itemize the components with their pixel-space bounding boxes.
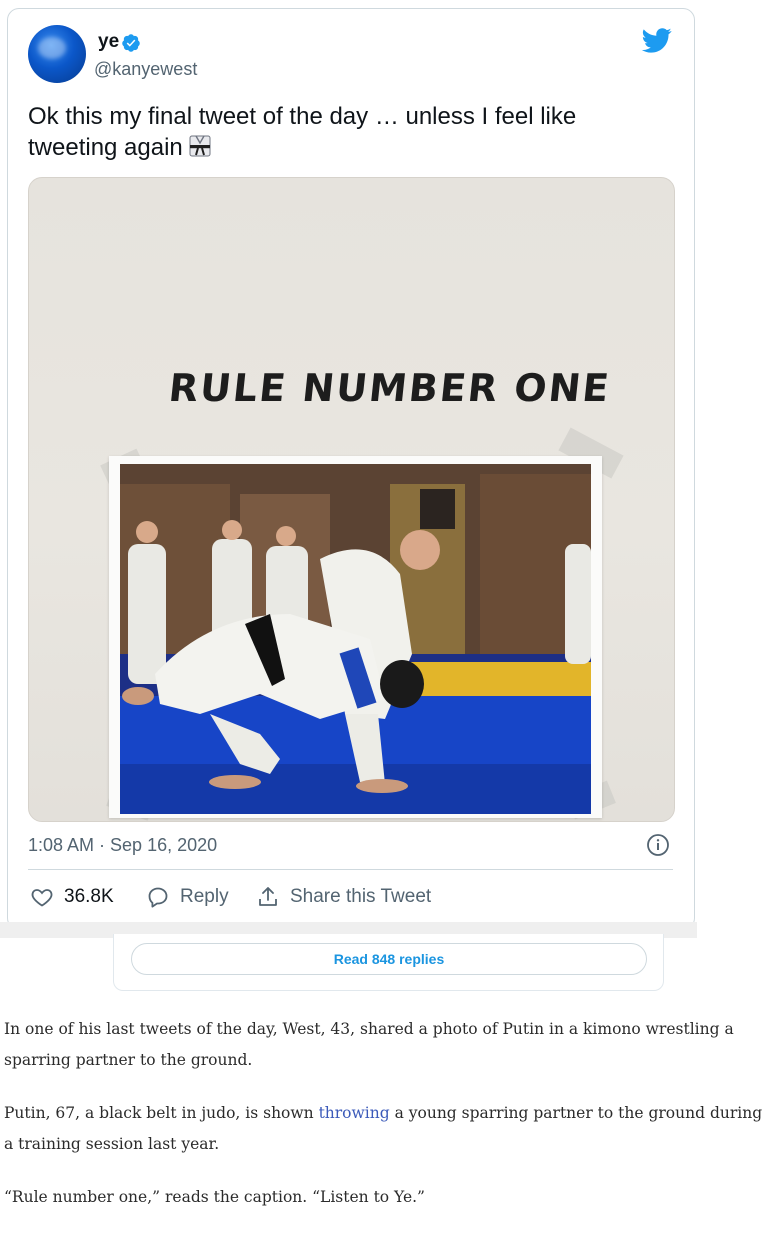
share-tweet-button[interactable]: Share this Tweet: [256, 883, 431, 911]
article-body: In one of his last tweets of the day, We…: [4, 1014, 764, 1235]
reply-button[interactable]: Reply: [146, 883, 229, 911]
throwing-link[interactable]: throwing: [319, 1104, 390, 1122]
reply-label: Reply: [180, 886, 229, 907]
twitter-bird-icon[interactable]: [640, 25, 674, 55]
like-button[interactable]: 36.8K: [30, 883, 114, 911]
user-handle[interactable]: @kanyewest: [94, 59, 197, 80]
handwritten-caption: RULE NUMBER ONE: [166, 366, 613, 410]
photo-print: [109, 456, 602, 818]
share-label: Share this Tweet: [290, 886, 432, 907]
tweet-card: ye @kanyewest Ok this my final tweet of …: [7, 8, 695, 930]
read-replies-button[interactable]: Read 848 replies: [131, 943, 647, 975]
read-replies-container: Read 848 replies: [113, 934, 664, 991]
info-icon[interactable]: [646, 833, 670, 857]
article-paragraph: In one of his last tweets of the day, We…: [4, 1020, 734, 1069]
like-count: 36.8K: [64, 886, 114, 907]
tweet-timestamp[interactable]: 1:08 AM · Sep 16, 2020: [28, 835, 217, 856]
divider: [28, 869, 673, 870]
reply-bubble-icon: [148, 887, 168, 908]
tweet-text: Ok this my final tweet of the day … unle…: [28, 103, 577, 161]
judo-photo: [120, 464, 591, 814]
tweet-image[interactable]: RULE NUMBER ONE: [28, 177, 675, 822]
judo-scene: [120, 464, 591, 814]
verified-badge-icon: [122, 34, 140, 52]
display-name[interactable]: ye: [98, 31, 119, 53]
share-upload-icon: [259, 887, 277, 906]
article-paragraph: “Rule number one,” reads the caption. “L…: [4, 1188, 425, 1206]
avatar[interactable]: [28, 25, 86, 83]
article-paragraph: Putin, 67, a black belt in judo, is show…: [4, 1104, 763, 1153]
martial-arts-uniform-icon: [189, 135, 211, 157]
heart-icon: [31, 889, 53, 907]
